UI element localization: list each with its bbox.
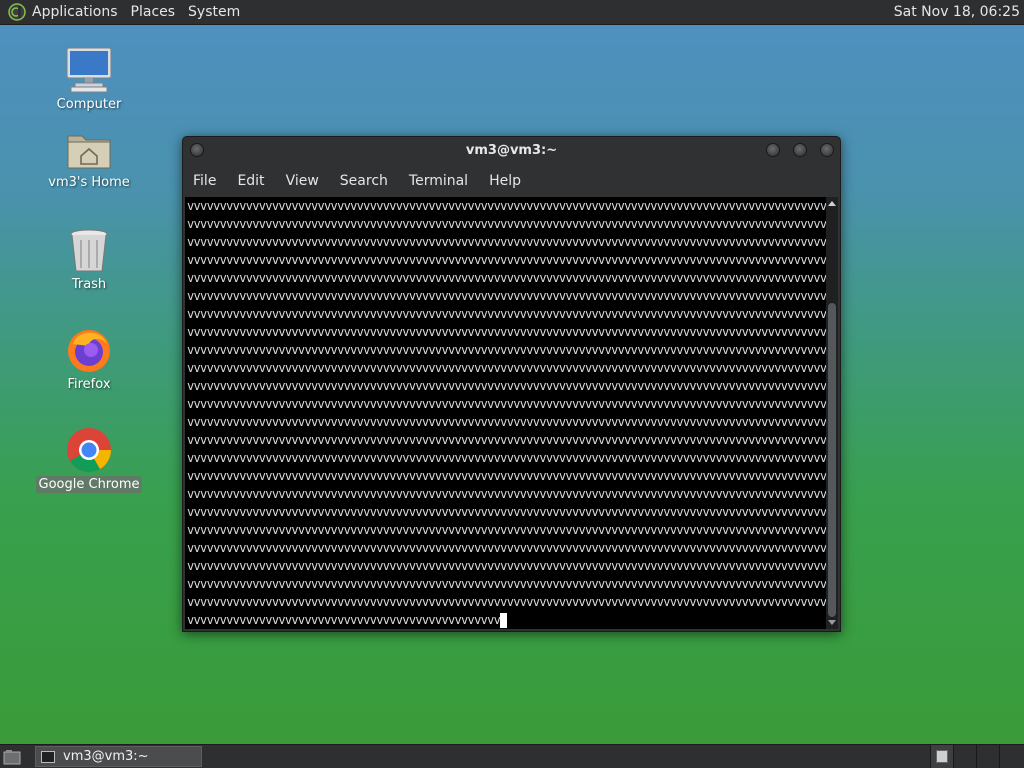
terminal-scrollbar[interactable] xyxy=(826,197,838,629)
firefox-icon xyxy=(68,330,110,372)
maximize-button[interactable] xyxy=(793,143,807,157)
workspace-1[interactable] xyxy=(930,745,953,768)
terminal-line: vvvvvvvvvvvvvvvvvvvvvvvvvvvvvvvvvvvvvvvv… xyxy=(187,433,826,447)
window-menu-button[interactable] xyxy=(190,143,204,157)
terminal-line: vvvvvvvvvvvvvvvvvvvvvvvvvvvvvvvvvvvvvvvv… xyxy=(187,487,826,501)
terminal-line: vvvvvvvvvvvvvvvvvvvvvvvvvvvvvvvvvvvvvvvv… xyxy=(187,271,826,285)
terminal-line: vvvvvvvvvvvvvvvvvvvvvvvvvvvvvvvvvvvvvvvv… xyxy=(187,397,826,411)
terminal-window[interactable]: vm3@vm3:~ File Edit View Search Terminal… xyxy=(182,136,841,632)
terminal-line: vvvvvvvvvvvvvvvvvvvvvvvvvvvvvvvvvvvvvvvv… xyxy=(187,523,826,537)
terminal-menubar: File Edit View Search Terminal Help xyxy=(183,169,840,193)
mate-logo-icon[interactable] xyxy=(8,3,26,21)
terminal-line: vvvvvvvvvvvvvvvvvvvvvvvvvvvvvvvvvvvvvvvv… xyxy=(187,577,826,591)
terminal-line: vvvvvvvvvvvvvvvvvvvvvvvvvvvvvvvvvvvvvvvv… xyxy=(187,559,826,573)
terminal-line: vvvvvvvvvvvvvvvvvvvvvvvvvvvvvvvvvvvvvvvv… xyxy=(187,343,826,357)
applications-menu[interactable]: Applications xyxy=(32,4,118,20)
terminal-line: vvvvvvvvvvvvvvvvvvvvvvvvvvvvvvvvvvvvvvvv… xyxy=(187,199,826,213)
desktop-icon-label: Google Chrome xyxy=(35,476,143,493)
scroll-up-arrow-icon[interactable] xyxy=(828,201,836,206)
terminal-line: vvvvvvvvvvvvvvvvvvvvvvvvvvvvvvvvvvvvvvvv… xyxy=(187,505,826,519)
computer-icon xyxy=(66,47,112,93)
system-menu[interactable]: System xyxy=(188,4,240,20)
terminal-line: vvvvvvvvvvvvvvvvvvvvvvvvvvvvvvvvvvvvvvvv… xyxy=(187,325,826,339)
terminal-output[interactable]: vvvvvvvvvvvvvvvvvvvvvvvvvvvvvvvvvvvvvvvv… xyxy=(185,197,826,629)
close-button[interactable] xyxy=(820,143,834,157)
minimize-button[interactable] xyxy=(766,143,780,157)
workspace-window-thumbnail xyxy=(936,750,948,763)
terminal-line: vvvvvvvvvvvvvvvvvvvvvvvvvvvvvvvvvvvvvvvv… xyxy=(187,469,826,483)
window-title: vm3@vm3:~ xyxy=(465,143,558,158)
desktop-icon-label: Trash xyxy=(71,277,107,292)
places-menu[interactable]: Places xyxy=(131,4,176,20)
workspace-4[interactable] xyxy=(999,745,1022,768)
desktop-icon-label: Firefox xyxy=(67,377,111,392)
text-cursor xyxy=(500,613,508,628)
desktop-icon-label: Computer xyxy=(56,97,122,112)
home-folder-icon xyxy=(67,135,111,169)
terminal-line: vvvvvvvvvvvvvvvvvvvvvvvvvvvvvvvvvvvvvvvv… xyxy=(187,595,826,609)
menu-terminal[interactable]: Terminal xyxy=(409,173,468,189)
menu-help[interactable]: Help xyxy=(489,173,521,189)
bottom-panel: vm3@vm3:~ xyxy=(0,744,1024,768)
workspace-2[interactable] xyxy=(953,745,976,768)
workspace-3[interactable] xyxy=(976,745,999,768)
desktop-icon-chrome[interactable]: Google Chrome xyxy=(34,426,144,493)
terminal-line: vvvvvvvvvvvvvvvvvvvvvvvvvvvvvvvvvvvvvvvv… xyxy=(187,451,826,465)
terminal-line: vvvvvvvvvvvvvvvvvvvvvvvvvvvvvvvvvvvvvvvv… xyxy=(187,307,826,321)
window-titlebar[interactable]: vm3@vm3:~ xyxy=(183,137,840,165)
menu-file[interactable]: File xyxy=(193,173,216,189)
desktop-icon-trash[interactable]: Trash xyxy=(34,228,144,292)
clock[interactable]: Sat Nov 18, 06:25 xyxy=(894,4,1020,20)
taskbar-task-label: vm3@vm3:~ xyxy=(63,749,149,764)
terminal-icon xyxy=(41,750,55,763)
taskbar-task-terminal[interactable]: vm3@vm3:~ xyxy=(35,746,202,767)
terminal-line: vvvvvvvvvvvvvvvvvvvvvvvvvvvvvvvvvvvvvvvv… xyxy=(187,379,826,393)
terminal-line: vvvvvvvvvvvvvvvvvvvvvvvvvvvvvvvvvvvvvvvv… xyxy=(187,235,826,249)
terminal-line: vvvvvvvvvvvvvvvvvvvvvvvvvvvvvvvvvvvvvvvv… xyxy=(187,415,826,429)
desktop-icon-home[interactable]: vm3's Home xyxy=(34,128,144,190)
menu-search[interactable]: Search xyxy=(340,173,388,189)
trash-icon xyxy=(70,229,108,272)
menu-view[interactable]: View xyxy=(286,173,319,189)
terminal-line: vvvvvvvvvvvvvvvvvvvvvvvvvvvvvvvvvvvvvvvv… xyxy=(187,361,826,375)
terminal-line: vvvvvvvvvvvvvvvvvvvvvvvvvvvvvvvvvvvvvvvv… xyxy=(187,541,826,555)
scroll-thumb[interactable] xyxy=(828,303,836,617)
desktop-icon-computer[interactable]: Computer xyxy=(34,46,144,112)
desktop-icon-firefox[interactable]: Firefox xyxy=(34,326,144,392)
show-desktop-icon[interactable] xyxy=(3,749,21,765)
terminal-last-line: vvvvvvvvvvvvvvvvvvvvvvvvvvvvvvvvvvvvvvvv… xyxy=(187,613,501,627)
terminal-line: vvvvvvvvvvvvvvvvvvvvvvvvvvvvvvvvvvvvvvvv… xyxy=(187,289,826,303)
terminal-prompt-line: vvvvvvvvvvvvvvvvvvvvvvvvvvvvvvvvvvvvvvvv… xyxy=(185,611,826,629)
top-panel: Applications Places System Sat Nov 18, 0… xyxy=(0,0,1024,25)
workspace-switcher[interactable] xyxy=(930,745,1024,768)
terminal-line: vvvvvvvvvvvvvvvvvvvvvvvvvvvvvvvvvvvvvvvv… xyxy=(187,217,826,231)
menu-edit[interactable]: Edit xyxy=(237,173,264,189)
desktop-icon-label: vm3's Home xyxy=(48,175,130,190)
chrome-icon xyxy=(67,428,111,472)
terminal-line: vvvvvvvvvvvvvvvvvvvvvvvvvvvvvvvvvvvvvvvv… xyxy=(187,253,826,267)
scroll-down-arrow-icon[interactable] xyxy=(828,620,836,625)
